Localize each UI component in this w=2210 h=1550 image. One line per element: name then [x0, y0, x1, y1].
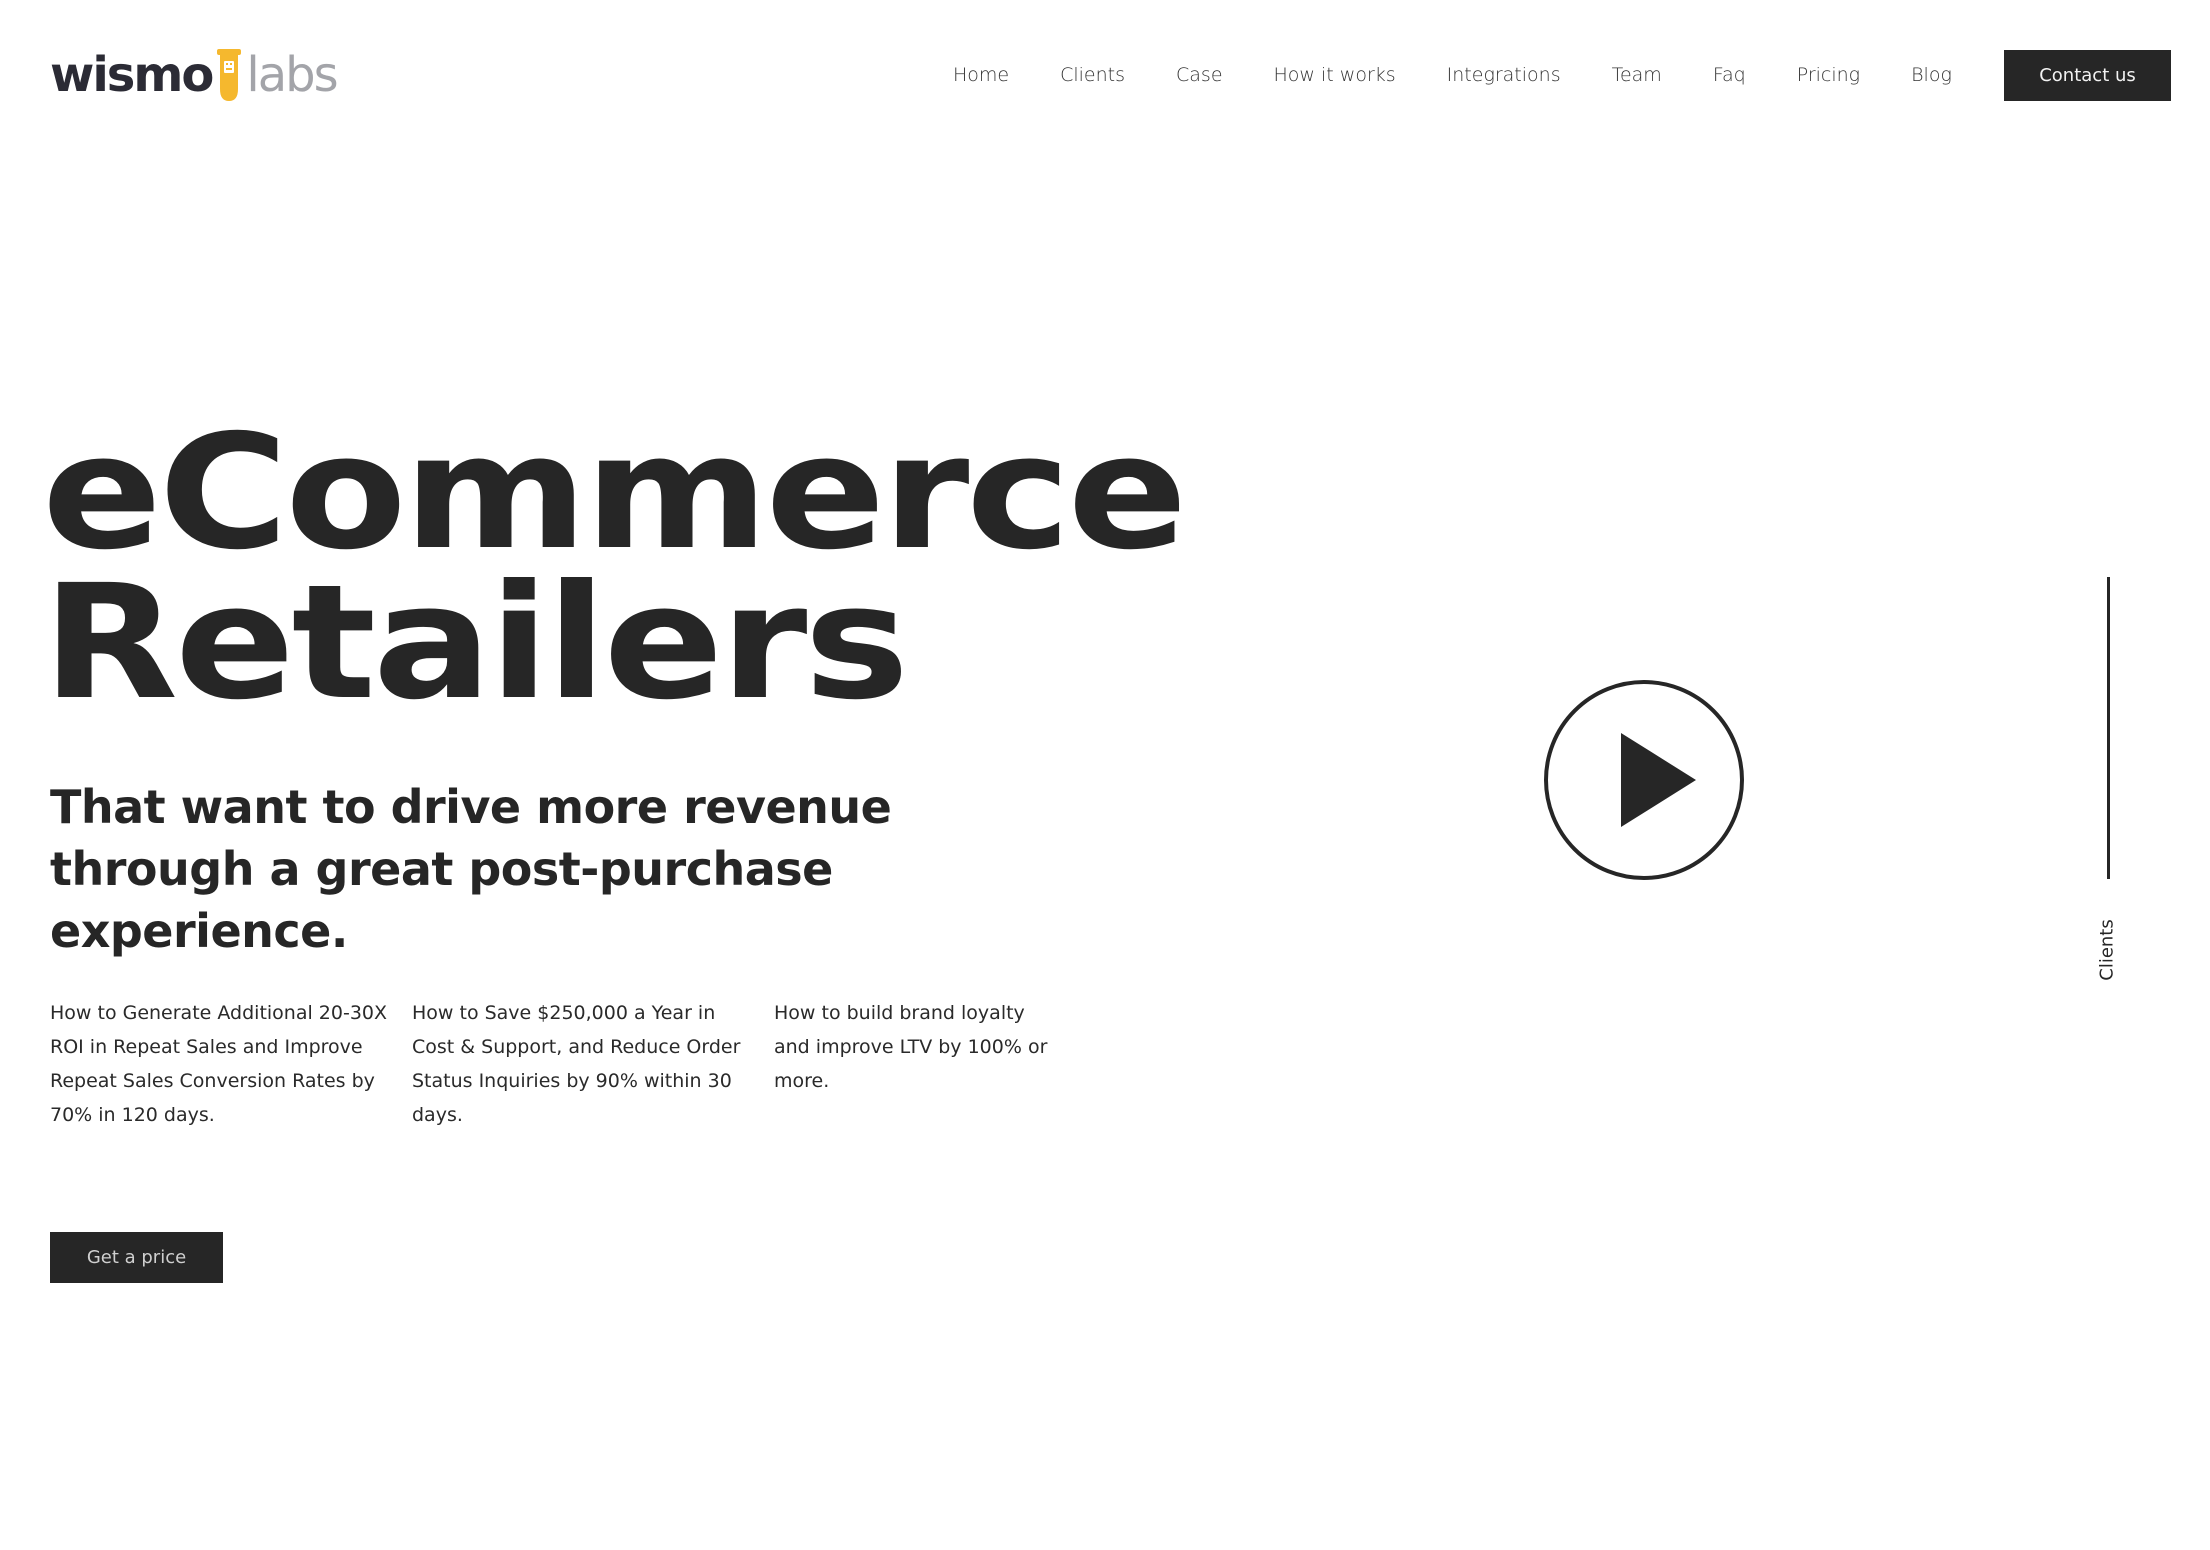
logo-text-labs: labs [246, 47, 338, 103]
feature-item: How to Generate Additional 20-30X ROI in… [50, 1002, 388, 1126]
side-indicator-line [2107, 577, 2110, 879]
nav-item-pricing[interactable]: Pricing [1797, 60, 1860, 90]
main-nav: Home Clients Case How it works Integrati… [953, 60, 2003, 90]
hero-subtitle: That want to drive more revenue through … [50, 780, 892, 958]
hero-title: eCommerce Retailers [42, 401, 1188, 735]
nav-item-team[interactable]: Team [1612, 60, 1662, 90]
nav-item-how-it-works[interactable]: How it works [1274, 60, 1396, 90]
contact-us-button[interactable]: Contact us [2004, 50, 2171, 101]
flask-icon [215, 47, 243, 103]
hero-title-line-2: Retailers [42, 551, 909, 735]
nav-item-case[interactable]: Case [1176, 60, 1223, 90]
page: wismo labs Home Clients Case How it work… [0, 0, 2210, 1550]
play-video-button[interactable] [1544, 680, 1744, 880]
nav-item-home[interactable]: Home [953, 60, 1009, 90]
feature-item: How to build brand loyalty and improve L… [774, 1002, 1048, 1092]
hero-title-line-1: eCommerce [42, 401, 1188, 585]
nav-item-faq[interactable]: Faq [1713, 60, 1746, 90]
get-a-price-button[interactable]: Get a price [50, 1232, 223, 1283]
nav-item-blog[interactable]: Blog [1911, 60, 1952, 90]
logo-text-wismo: wismo [50, 47, 214, 103]
logo[interactable]: wismo labs [50, 44, 339, 106]
side-nav-clients[interactable]: Clients [2097, 919, 2118, 981]
play-icon [1544, 680, 1744, 880]
feature-item: How to Save $250,000 a Year in Cost & Su… [412, 1002, 741, 1126]
nav-item-clients[interactable]: Clients [1060, 60, 1125, 90]
nav-item-integrations[interactable]: Integrations [1447, 60, 1561, 90]
feature-list: How to Generate Additional 20-30X ROI in… [50, 996, 1074, 1132]
